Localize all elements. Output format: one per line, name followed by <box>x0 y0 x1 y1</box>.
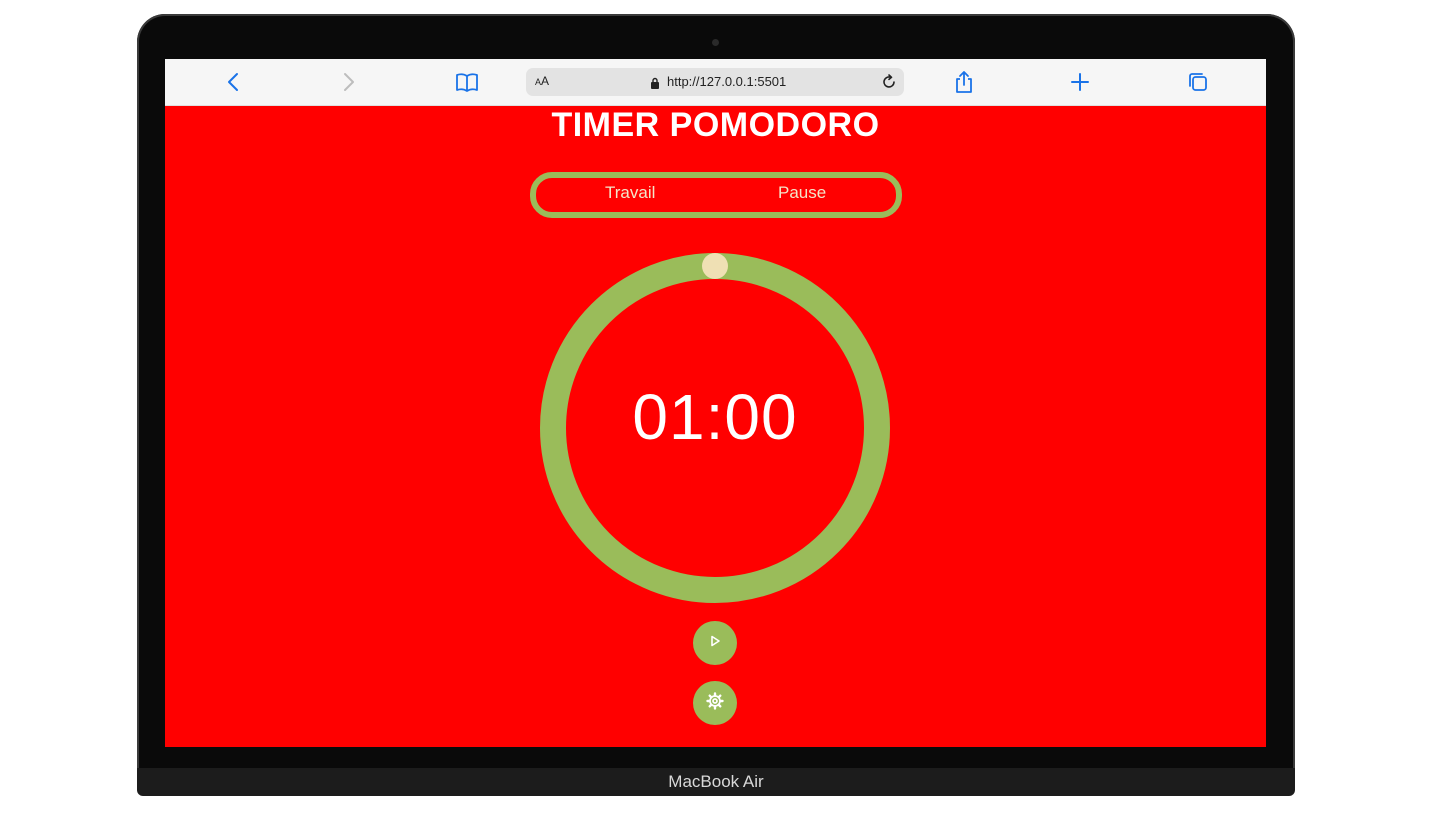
progress-knob[interactable] <box>702 253 728 279</box>
timer-ring: 01:00 <box>539 252 891 604</box>
tab-pause[interactable]: Pause <box>778 183 826 203</box>
laptop-base: MacBook Air <box>137 768 1295 796</box>
device-label: MacBook Air <box>668 772 764 791</box>
share-icon[interactable] <box>951 69 977 95</box>
gear-icon <box>706 691 724 715</box>
bookmarks-icon[interactable] <box>454 69 480 95</box>
browser-screen: AA http://127.0.0.1:5501 TIMER POMODORO … <box>165 59 1266 747</box>
tab-travail[interactable]: Travail <box>605 183 655 203</box>
reload-icon[interactable] <box>880 73 898 96</box>
timer-display: 01:00 <box>632 381 798 453</box>
back-icon[interactable] <box>220 69 246 95</box>
mode-switch: Travail Pause <box>530 172 902 218</box>
text-size-button[interactable]: AA <box>535 74 549 88</box>
play-icon <box>709 634 721 652</box>
new-tab-icon[interactable] <box>1067 69 1093 95</box>
settings-button[interactable] <box>693 681 737 725</box>
address-bar[interactable]: AA http://127.0.0.1:5501 <box>526 68 904 96</box>
page-title: TIMER POMODORO <box>551 106 880 144</box>
lock-icon <box>650 76 660 94</box>
camera-dot <box>712 39 719 46</box>
play-button[interactable] <box>693 621 737 665</box>
browser-toolbar: AA http://127.0.0.1:5501 <box>165 59 1266 106</box>
forward-icon[interactable] <box>336 69 362 95</box>
url-text: http://127.0.0.1:5501 <box>667 74 787 89</box>
tabs-icon[interactable] <box>1185 69 1211 95</box>
